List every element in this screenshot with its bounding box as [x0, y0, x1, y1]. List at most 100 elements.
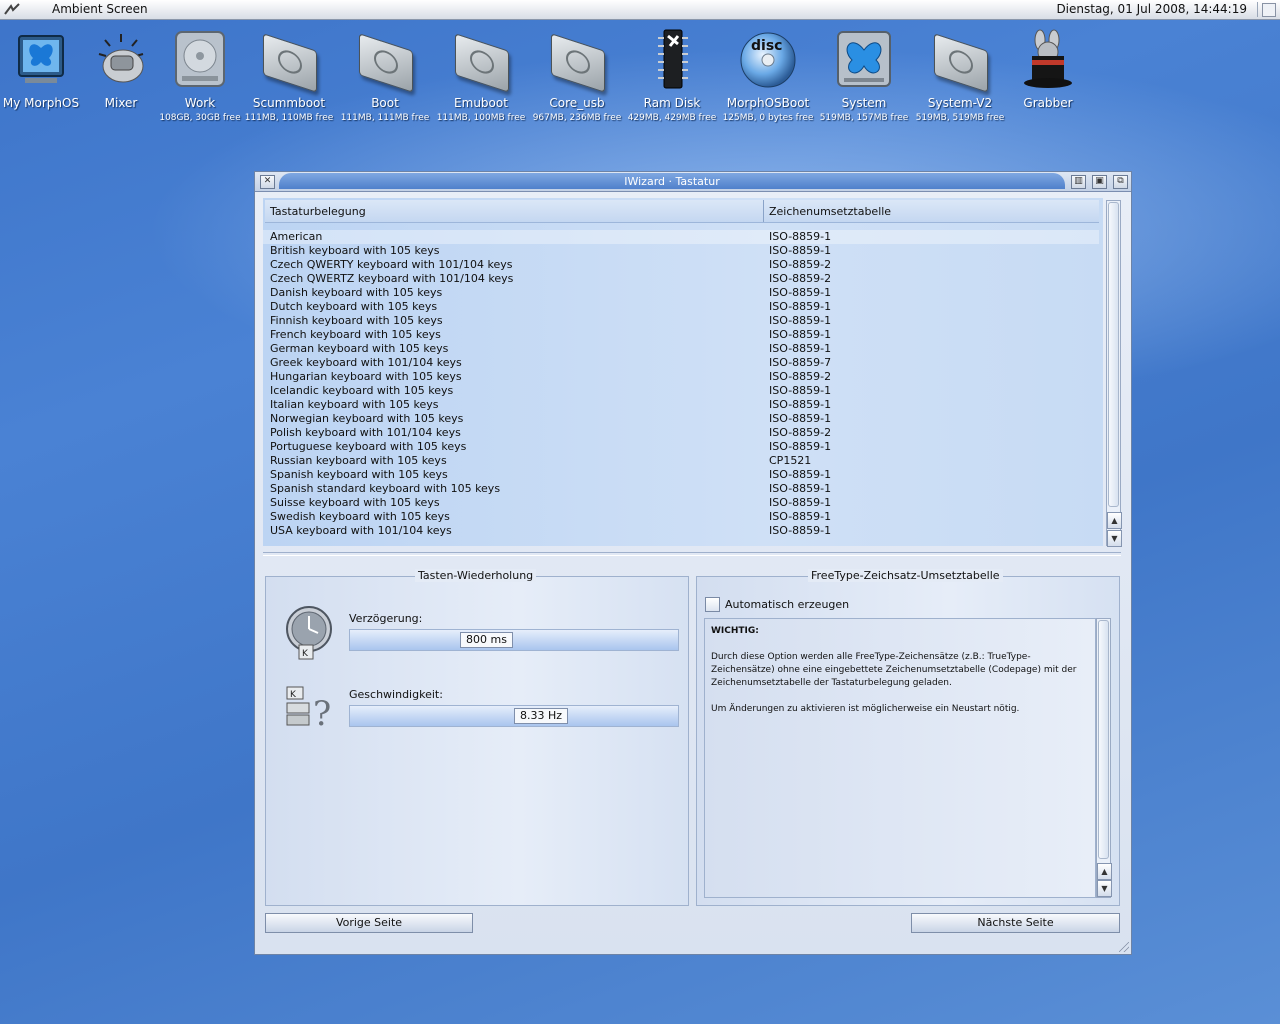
keyboard-speed-icon: K ?: [286, 686, 331, 731]
list-item[interactable]: Icelandic keyboard with 105 keys ISO-8859…: [263, 384, 1099, 398]
layout-name: Portuguese keyboard with 105 keys: [270, 440, 467, 453]
list-item[interactable]: Danish keyboard with 105 keys ISO-8859-1: [263, 286, 1099, 300]
layout-name: British keyboard with 105 keys: [270, 244, 440, 257]
resize-handle-icon[interactable]: [1119, 942, 1129, 952]
list-item[interactable]: German keyboard with 105 keys ISO-8859-1: [263, 342, 1099, 356]
desktop-icon-label: Emuboot: [454, 96, 508, 110]
list-item[interactable]: USA keyboard with 101/104 keys ISO-8859-1: [263, 524, 1099, 538]
desktop-icon-core-usb[interactable]: Core_usb 967MB, 236MB free: [529, 28, 625, 123]
depth-icon[interactable]: ⧉: [1113, 175, 1128, 189]
layout-name: Italian keyboard with 105 keys: [270, 398, 439, 411]
list-item[interactable]: American ISO-8859-1: [263, 230, 1099, 244]
codepage-name: ISO-8859-1: [769, 482, 832, 495]
desktop-icon-label: Scummboot: [252, 96, 326, 110]
list-item[interactable]: Dutch keyboard with 105 keys ISO-8859-1: [263, 300, 1099, 314]
layout-name: Danish keyboard with 105 keys: [270, 286, 443, 299]
desktop-icon-morphosboot[interactable]: disc MorphOSBoot 125MB, 0 bytes free: [720, 28, 816, 123]
desktop-icon-label: Grabber: [1023, 96, 1073, 110]
desktop-icon-system-v2[interactable]: System-V2 519MB, 519MB free: [912, 28, 1008, 123]
list-item[interactable]: British keyboard with 105 keys ISO-8859-1: [263, 244, 1099, 258]
desktop-icon-label: Boot: [371, 96, 399, 110]
clock: Dienstag, 01 Jul 2008, 14:44:19: [1056, 2, 1247, 16]
layout-name: Polish keyboard with 101/104 keys: [270, 426, 461, 439]
keyboard-layout-list[interactable]: Tastaturbelegung Zeichenumsetztabelle Am…: [263, 198, 1103, 546]
list-item[interactable]: Polish keyboard with 101/104 keys ISO-885…: [263, 426, 1099, 440]
codepage-name: ISO-8859-1: [769, 286, 832, 299]
list-item[interactable]: Finnish keyboard with 105 keys ISO-8859-1: [263, 314, 1099, 328]
speed-slider[interactable]: 8.33 Hz: [349, 705, 679, 727]
zoom-icon[interactable]: ▣: [1092, 175, 1107, 189]
list-item[interactable]: Czech QWERTZ keyboard with 101/104 keys I…: [263, 272, 1099, 286]
drive-icon: [451, 28, 511, 93]
morphos-menu-icon[interactable]: [4, 2, 20, 16]
layout-name: Spanish keyboard with 105 keys: [270, 468, 448, 481]
info-heading: WICHTIG:: [711, 626, 759, 636]
desktop-icon-boot[interactable]: Boot 111MB, 111MB free: [337, 28, 433, 123]
codepage-name: ISO-8859-1: [769, 328, 832, 341]
layout-name: Czech QWERTY keyboard with 101/104 keys: [270, 258, 513, 271]
codepage-name: ISO-8859-1: [769, 468, 832, 481]
next-page-button[interactable]: Nächste Seite: [911, 913, 1120, 933]
desktop-icon-grabber[interactable]: Grabber: [1000, 28, 1096, 110]
desktop-icon-label: Core_usb: [549, 96, 605, 110]
column-header-layout[interactable]: Tastaturbelegung: [270, 205, 366, 218]
list-item[interactable]: Portuguese keyboard with 105 keys ISO-885…: [263, 440, 1099, 454]
desktop-icon-size: 111MB, 111MB free: [340, 113, 430, 123]
layout-name: Suisse keyboard with 105 keys: [270, 496, 440, 509]
list-header: Tastaturbelegung Zeichenumsetztabelle: [265, 200, 1099, 223]
desktop-icon-ram-disk[interactable]: Ram Disk 429MB, 429MB free: [624, 28, 720, 123]
list-item[interactable]: Czech QWERTY keyboard with 101/104 keys I…: [263, 258, 1099, 272]
codepage-name: ISO-8859-2: [769, 426, 832, 439]
codepage-name: ISO-8859-1: [769, 300, 832, 313]
mixer-knob-icon: [91, 28, 151, 90]
list-scrollbar-knob[interactable]: [1108, 202, 1119, 507]
codepage-name: ISO-8859-1: [769, 342, 832, 355]
list-scrollbar[interactable]: ▲ ▼: [1106, 200, 1122, 547]
scroll-up-icon[interactable]: ▲: [1097, 863, 1112, 880]
list-item[interactable]: Hungarian keyboard with 105 keys ISO-8859…: [263, 370, 1099, 384]
info-paragraph-1: Durch diese Option werden alle FreeType-…: [711, 652, 1077, 688]
list-item[interactable]: Spanish standard keyboard with 105 keys I…: [263, 482, 1099, 496]
list-item[interactable]: Norwegian keyboard with 105 keys ISO-8859…: [263, 412, 1099, 426]
scroll-down-icon[interactable]: ▼: [1097, 880, 1112, 897]
codepage-name: ISO-8859-1: [769, 314, 832, 327]
list-item[interactable]: Italian keyboard with 105 keys ISO-8859-1: [263, 398, 1099, 412]
list-item[interactable]: Russian keyboard with 105 keys CP1521: [263, 454, 1099, 468]
scroll-down-icon[interactable]: ▼: [1107, 530, 1122, 547]
delay-slider[interactable]: 800 ms: [349, 629, 679, 651]
layout-name: Russian keyboard with 105 keys: [270, 454, 447, 467]
list-item[interactable]: Spanish keyboard with 105 keys ISO-8859-1: [263, 468, 1099, 482]
info-scrollbar-knob[interactable]: [1098, 620, 1109, 859]
list-item[interactable]: French keyboard with 105 keys ISO-8859-1: [263, 328, 1099, 342]
auto-generate-checkbox[interactable]: [705, 597, 720, 612]
list-item[interactable]: Suisse keyboard with 105 keys ISO-8859-1: [263, 496, 1099, 510]
desktop-icon-emuboot[interactable]: Emuboot 111MB, 100MB free: [433, 28, 529, 123]
screen-depth-icon[interactable]: [1262, 3, 1276, 17]
magic-hat-icon: [1018, 28, 1078, 90]
list-item[interactable]: Swedish keyboard with 105 keys ISO-8859-1: [263, 510, 1099, 524]
column-divider[interactable]: [763, 200, 764, 222]
iconify-icon[interactable]: ▥: [1071, 175, 1086, 189]
list-item[interactable]: Greek keyboard with 101/104 keys ISO-8859…: [263, 356, 1099, 370]
speed-slider-knob[interactable]: 8.33 Hz: [514, 708, 569, 724]
scroll-up-icon[interactable]: ▲: [1107, 512, 1122, 529]
info-scrollbar[interactable]: ▲ ▼: [1096, 618, 1112, 898]
desktop-icon-size: 967MB, 236MB free: [532, 113, 622, 123]
desktop-icon-size: 108GB, 30GB free: [159, 113, 241, 123]
previous-page-button[interactable]: Vorige Seite: [265, 913, 473, 933]
close-icon[interactable]: ✕: [260, 175, 275, 189]
codepage-name: ISO-8859-1: [769, 496, 832, 509]
layout-name: Icelandic keyboard with 105 keys: [270, 384, 454, 397]
desktop-icon-size: 429MB, 429MB free: [627, 113, 717, 123]
desktop-icon-system[interactable]: System 519MB, 157MB free: [816, 28, 912, 123]
desktop-icon-scummboot[interactable]: Scummboot 111MB, 110MB free: [241, 28, 337, 123]
window-titlebar[interactable]: ✕ IWizard · Tastatur ▥ ▣ ⧉: [255, 172, 1131, 192]
codepage-name: ISO-8859-1: [769, 524, 832, 537]
column-header-codepage[interactable]: Zeichenumsetztabelle: [769, 205, 891, 218]
desktop-icon-work[interactable]: Work 108GB, 30GB free: [152, 28, 248, 123]
auto-generate-label[interactable]: Automatisch erzeugen: [725, 598, 849, 611]
delay-slider-knob[interactable]: 800 ms: [460, 632, 513, 648]
desktop-icon-label: MorphOSBoot: [726, 96, 810, 110]
disc-icon: disc: [738, 28, 798, 90]
desktop-icon-size: 519MB, 157MB free: [819, 113, 909, 123]
